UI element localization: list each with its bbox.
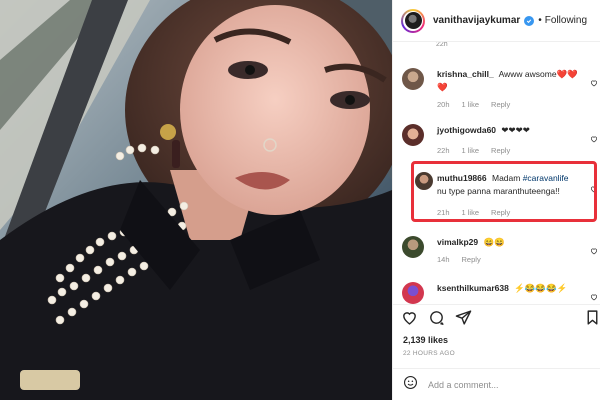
- comment-reply-button[interactable]: Reply: [462, 255, 481, 264]
- commenter-avatar[interactable]: [402, 236, 424, 258]
- comment-meta: 22h 1 like Reply: [437, 146, 510, 155]
- comment-reply-button[interactable]: Reply: [491, 208, 510, 217]
- post-timestamp: 22 HOURS AGO: [403, 350, 456, 357]
- verified-icon: [524, 15, 535, 26]
- hashtag-link[interactable]: #caravanlife: [523, 173, 569, 183]
- comment-like-count[interactable]: 1 like: [462, 208, 480, 217]
- comment-username[interactable]: jyothigowda60: [437, 125, 496, 135]
- share-icon[interactable]: [455, 309, 472, 331]
- comment-like-count[interactable]: 1 like: [462, 146, 480, 155]
- comment-text: 😄😄: [483, 237, 505, 247]
- comment-reply-button[interactable]: Reply: [491, 100, 510, 109]
- heart-icon[interactable]: [401, 309, 418, 331]
- add-comment-bar: [393, 368, 600, 400]
- like-count[interactable]: 2,139 likes: [403, 335, 448, 345]
- post-header: vanithavijaykumar • Following: [393, 0, 600, 42]
- comment-input[interactable]: [428, 379, 578, 390]
- comment-meta: 20h 1 like Reply: [437, 100, 510, 109]
- commenter-avatar[interactable]: [402, 68, 424, 90]
- heart-icon[interactable]: [590, 242, 598, 260]
- author-avatar[interactable]: [401, 8, 425, 33]
- comment-text-prefix: Madam: [491, 173, 521, 183]
- commenter-avatar[interactable]: [402, 124, 424, 146]
- comments-list[interactable]: 22h krishna_chill_ Awww awsome❤️❤️❤️ 20h…: [393, 42, 600, 304]
- comment-username[interactable]: krishna_chill_: [437, 69, 494, 79]
- commenter-avatar[interactable]: [415, 172, 433, 190]
- comment-text: ⚡😂😂😂⚡: [514, 283, 568, 293]
- comment-time: 14h: [437, 255, 450, 264]
- comment-time: 22h: [437, 146, 450, 155]
- header-separator: •: [538, 15, 542, 26]
- heart-icon[interactable]: [590, 180, 598, 198]
- comment-text: ❤❤❤❤: [501, 125, 530, 135]
- emoji-icon[interactable]: [403, 375, 418, 395]
- comment-time: 20h: [437, 100, 450, 109]
- comment-username[interactable]: vimalkp29: [437, 237, 478, 247]
- comment-item: muthu19866 Madam #caravanlife nu type pa…: [393, 164, 600, 224]
- bookmark-icon[interactable]: [584, 309, 600, 331]
- heart-icon[interactable]: [590, 74, 598, 92]
- comment-icon[interactable]: [428, 309, 445, 331]
- comment-item: krishna_chill_ Awww awsome❤️❤️❤️ 20h 1 l…: [393, 60, 600, 116]
- comment-username[interactable]: ksenthilkumar638: [437, 283, 509, 293]
- post-image: [0, 0, 392, 400]
- comment-text-suffix: nu type panna maranthuteenga!!: [437, 186, 560, 196]
- partial-comment-meta: 22h: [436, 42, 448, 48]
- heart-icon[interactable]: [590, 288, 598, 304]
- heart-icon[interactable]: [590, 130, 598, 148]
- commenter-avatar[interactable]: [402, 282, 424, 304]
- following-button[interactable]: Following: [545, 15, 587, 26]
- post-photo[interactable]: [0, 0, 392, 400]
- comment-item: ksenthilkumar638 ⚡😂😂😂⚡: [393, 274, 600, 304]
- author-username[interactable]: vanithavijaykumar: [433, 15, 520, 26]
- comment-username[interactable]: muthu19866: [437, 173, 487, 183]
- comment-meta: 21h 1 like Reply: [437, 208, 510, 217]
- post-sidebar: vanithavijaykumar • Following 22h krishn…: [392, 0, 600, 400]
- comment-reply-button[interactable]: Reply: [491, 146, 510, 155]
- comment-meta: 14h Reply: [437, 255, 481, 264]
- comment-time: 21h: [437, 208, 450, 217]
- comment-like-count[interactable]: 1 like: [462, 100, 480, 109]
- post-action-bar: [393, 304, 600, 334]
